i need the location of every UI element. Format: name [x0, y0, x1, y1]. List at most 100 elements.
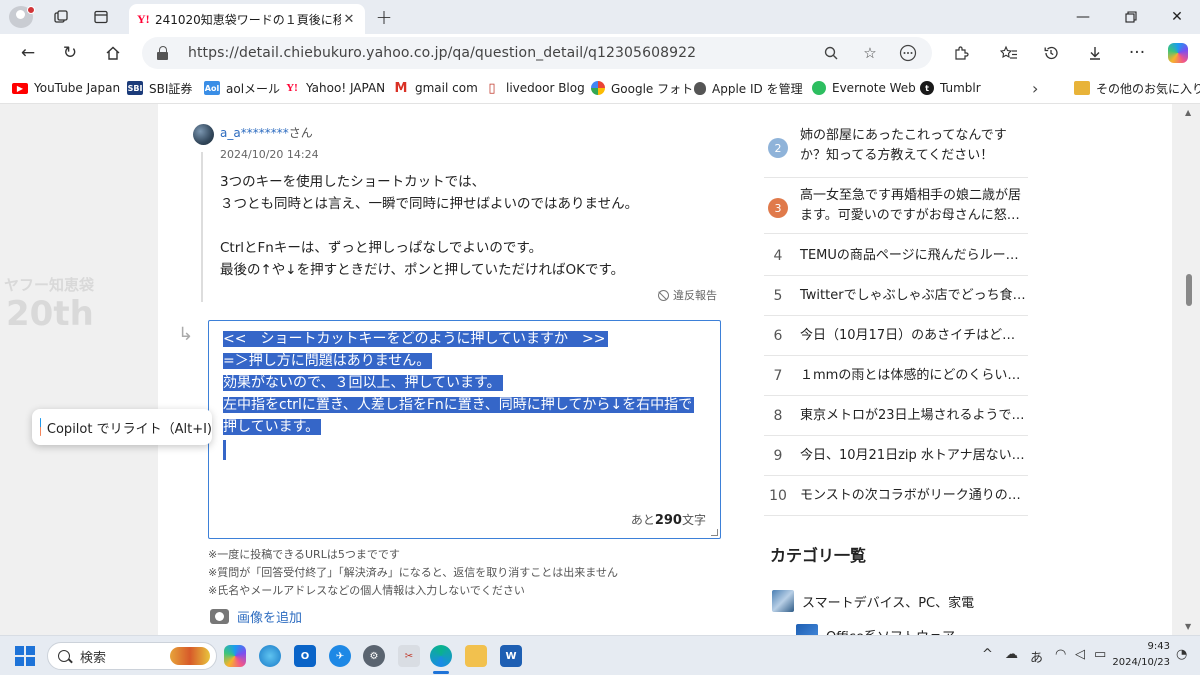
fav-other-folder[interactable]: その他のお気に入り — [1074, 79, 1200, 97]
fav-google-photos[interactable]: Google フォト — [591, 79, 693, 97]
zoom-search-icon[interactable] — [821, 44, 841, 62]
prohibit-icon — [658, 289, 669, 301]
answer-line — [220, 215, 720, 237]
fav-sbi[interactable]: SBI SBI証券 — [127, 79, 192, 97]
outlook-icon[interactable]: O — [294, 645, 316, 667]
battery-icon[interactable]: ▭ — [1094, 647, 1106, 662]
settings-more-icon[interactable]: ··· — [1123, 40, 1151, 66]
ranking-item[interactable]: 3 高一女至急です再婚相手の娘二歳が居ます。可愛いのですがお母さんに怒… — [764, 186, 1028, 234]
more-tools-icon[interactable] — [898, 44, 918, 62]
ranking-text[interactable]: 高一女至急です再婚相手の娘二歳が居ます。可愛いのですがお母さんに怒… — [792, 186, 1028, 226]
ranking-item[interactable]: 9 今日、10月21日zip 水トアナ居ない … — [764, 436, 1028, 476]
edge-browser-icon[interactable] — [430, 645, 452, 667]
new-tab-button[interactable]: + — [372, 5, 396, 29]
username-text[interactable]: a_a******** — [220, 126, 289, 140]
reply-text[interactable]: << ショートカットキーをどのように押していますか >> =＞押し方に問題はあり… — [223, 328, 695, 467]
add-image-button[interactable]: 画像を追加 — [210, 607, 302, 626]
ranking-text[interactable]: Twitterでしゃぶしゃぶ店でどっち食… — [792, 286, 1028, 306]
resize-handle[interactable] — [711, 529, 718, 536]
ranking-text[interactable]: 姉の部屋にあったこれってなんですか？知ってる方教えてください！ — [792, 126, 1028, 166]
report-link[interactable]: 違反報告 — [658, 287, 717, 303]
rank-number: 10 — [769, 487, 787, 504]
avatar[interactable] — [193, 124, 214, 145]
tab-active[interactable]: Y! 241020知恵袋ワードの１頁後に移動 ✕ — [129, 4, 365, 34]
ranking-item[interactable]: 8 東京メトロが23日上場されるようで… — [764, 396, 1028, 436]
note-line: ※一度に投稿できるURLは5つまでです — [208, 548, 400, 561]
category-item[interactable]: Office系ソフトウェア — [796, 624, 955, 635]
copilot-icon[interactable] — [1164, 40, 1192, 66]
answer-username[interactable]: a_a********さん — [220, 124, 313, 141]
settings-gear-icon[interactable]: ⚙ — [363, 645, 385, 667]
restore-button[interactable] — [1108, 0, 1154, 34]
copilot-app-icon[interactable] — [224, 645, 246, 667]
fav-gmail[interactable]: M gmail com — [393, 79, 478, 97]
favorite-star-icon[interactable]: ☆ — [860, 44, 880, 62]
fav-aol[interactable]: Aol aolメール — [204, 79, 280, 97]
answer-thread-line — [201, 152, 203, 302]
home-button[interactable] — [99, 40, 127, 66]
counter-suffix: 文字 — [681, 513, 706, 527]
reply-textarea[interactable]: << ショートカットキーをどのように押していますか >> =＞押し方に問題はあり… — [208, 320, 721, 539]
fav-tumblr[interactable]: t Tumblr — [920, 79, 981, 97]
workspaces-icon[interactable] — [48, 5, 74, 29]
office-icon — [796, 624, 818, 635]
ranking-item[interactable]: 7 １mmの雨とは体感的にどのくらい… — [764, 356, 1028, 396]
answer-line: 最後の↑や↓を押すときだけ、ポンと押していただければOKです。 — [220, 262, 625, 278]
ranking-text[interactable]: モンストの次コラボがリーク通りの… — [792, 486, 1028, 506]
snipping-tool-icon[interactable]: ✂ — [398, 645, 420, 667]
back-button[interactable]: ← — [14, 40, 42, 66]
category-item[interactable]: スマートデバイス、PC、家電 — [772, 590, 974, 612]
notification-bell-icon[interactable]: ◔ — [1176, 647, 1187, 662]
bg-anniversary-left: 20th — [6, 294, 94, 334]
wifi-icon[interactable]: ◠ — [1055, 647, 1066, 662]
scrollbar-thumb[interactable] — [1186, 274, 1192, 306]
ranking-text[interactable]: 今日（10月17日）のあさイチはどう… — [792, 326, 1028, 346]
start-button[interactable] — [15, 646, 35, 666]
favorites-list-icon[interactable] — [995, 40, 1023, 66]
word-icon[interactable]: W — [500, 645, 522, 667]
fav-youtube[interactable]: ▶ YouTube Japan — [12, 79, 120, 97]
ranking-item[interactable]: 2 姉の部屋にあったこれってなんですか？知ってる方教えてください！ — [764, 126, 1028, 178]
livedoor-icon: ▯ — [488, 80, 496, 96]
extensions-icon[interactable] — [947, 40, 975, 66]
tray-overflow-chevron-icon[interactable]: ^ — [982, 647, 993, 662]
address-bar[interactable]: https://detail.chiebukuro.yahoo.co.jp/qa… — [142, 37, 932, 69]
ime-indicator[interactable]: あ — [1030, 647, 1043, 666]
camera-icon — [210, 609, 229, 624]
history-icon[interactable] — [1037, 40, 1065, 66]
copilot-rewrite-label: Copilot でリライト（Alt+I) — [46, 421, 212, 437]
file-explorer-icon[interactable] — [465, 645, 487, 667]
close-window-button[interactable]: ✕ — [1154, 0, 1200, 34]
fav-evernote[interactable]: Evernote Web — [812, 79, 916, 97]
scroll-down-icon[interactable]: ▼ — [1185, 622, 1191, 631]
download-icon[interactable] — [1081, 40, 1109, 66]
tab-close-icon[interactable]: ✕ — [341, 12, 357, 27]
mail-app-icon[interactable]: ✈ — [329, 645, 351, 667]
volume-icon[interactable]: ◁ — [1075, 647, 1085, 662]
scroll-up-icon[interactable]: ▲ — [1185, 108, 1191, 117]
ranking-item[interactable]: 5 Twitterでしゃぶしゃぶ店でどっち食… — [764, 276, 1028, 316]
navigation-bar: ← ↻ https://detail.chiebukuro.yahoo.co.j… — [0, 34, 1200, 72]
vertical-scrollbar[interactable]: ▲ ▼ — [1180, 104, 1200, 635]
fav-apple-id[interactable]: Apple ID を管理 — [694, 79, 803, 97]
url-text[interactable]: https://detail.chiebukuro.yahoo.co.jp/qa… — [188, 45, 696, 61]
tab-actions-icon[interactable] — [88, 5, 114, 29]
copilot-rewrite-button[interactable]: Copilot でリライト（Alt+I) — [32, 409, 212, 445]
ranking-item[interactable]: 6 今日（10月17日）のあさイチはどう… — [764, 316, 1028, 356]
ranking-item[interactable]: 4 TEMUの商品ページに飛んだらルー… — [764, 236, 1028, 276]
minimize-button[interactable]: — — [1060, 0, 1106, 34]
system-clock[interactable]: 9:43 2024/10/23 — [1110, 639, 1170, 671]
cloud-icon[interactable]: ☁ — [1005, 647, 1018, 662]
ranking-text[interactable]: TEMUの商品ページに飛んだらルー… — [792, 246, 1028, 266]
fav-yahoo[interactable]: Y! Yahoo! JAPAN — [284, 79, 385, 97]
ranking-text[interactable]: 東京メトロが23日上場されるようで… — [792, 406, 1028, 426]
fav-livedoor[interactable]: ▯ livedoor Blog — [484, 79, 584, 97]
favorites-overflow-chevron-icon[interactable]: › — [1032, 79, 1038, 98]
ranking-item[interactable]: 10 モンストの次コラボがリーク通りの… — [764, 476, 1028, 516]
taskbar-search[interactable]: 検索 — [47, 642, 217, 670]
lock-icon[interactable] — [156, 46, 170, 60]
ranking-text[interactable]: １mmの雨とは体感的にどのくらい… — [792, 366, 1028, 386]
refresh-button[interactable]: ↻ — [56, 40, 84, 66]
globe-app-icon[interactable] — [259, 645, 281, 667]
ranking-text[interactable]: 今日、10月21日zip 水トアナ居ない … — [792, 446, 1028, 466]
